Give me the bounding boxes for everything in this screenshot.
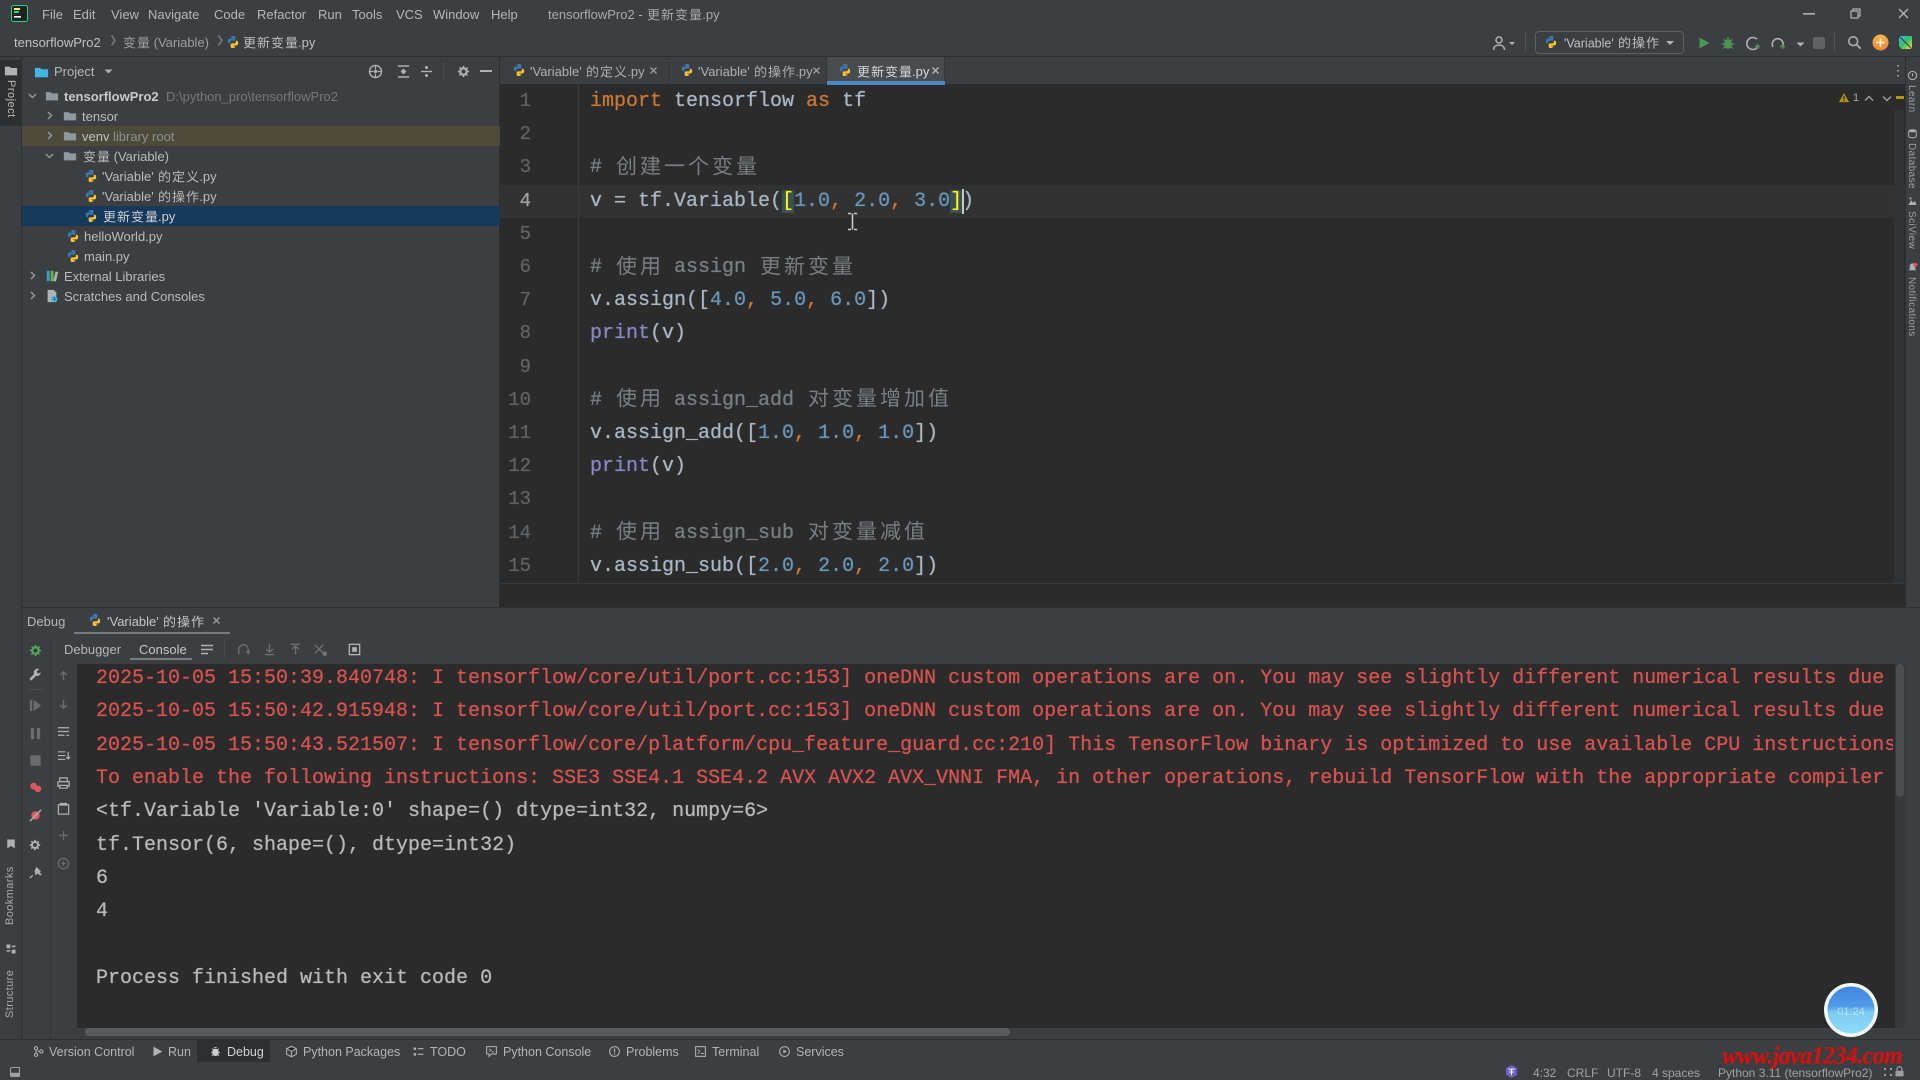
svg-text:01:24: 01:24 <box>1837 1006 1865 1018</box>
